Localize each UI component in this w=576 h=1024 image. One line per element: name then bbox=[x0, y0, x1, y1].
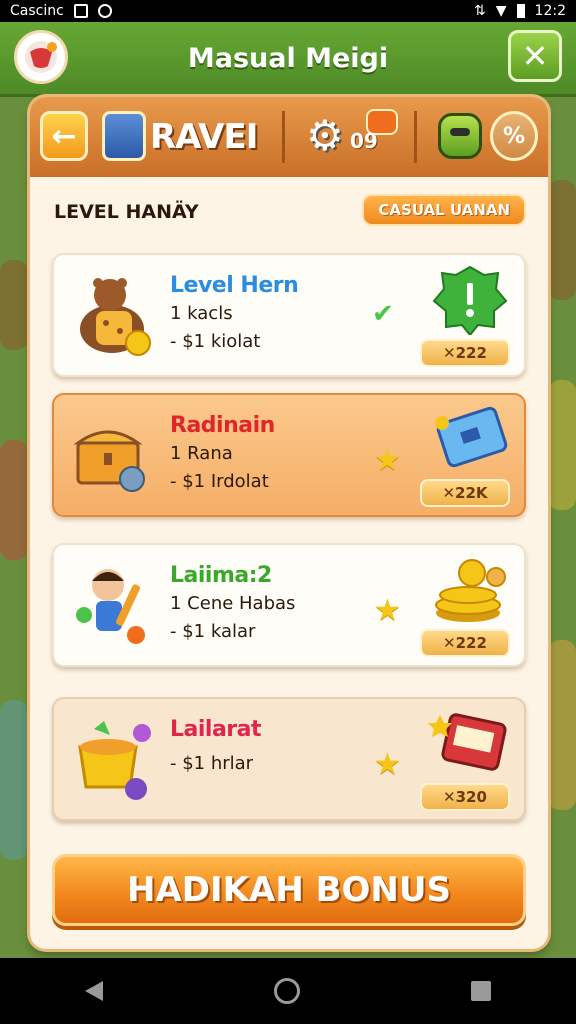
status-bar: Cascinc ⇅ ▼ 12:2 bbox=[0, 0, 576, 22]
gem-basket-icon bbox=[70, 717, 158, 803]
card-title: Lailarat bbox=[170, 717, 262, 742]
notification-icon bbox=[73, 4, 88, 18]
background-tile bbox=[548, 180, 576, 300]
wifi-icon: ▼ bbox=[495, 3, 507, 19]
price-tag[interactable]: ✕222 bbox=[420, 629, 510, 657]
background-tile bbox=[548, 380, 576, 510]
background-tile bbox=[548, 640, 576, 810]
monster-icon[interactable] bbox=[438, 113, 482, 159]
gear-icon[interactable]: ⚙ bbox=[306, 113, 344, 159]
nav-home-icon[interactable] bbox=[273, 978, 300, 1004]
green-gem-icon bbox=[428, 265, 512, 337]
card-title: Radinain bbox=[170, 413, 275, 438]
gold-coins-icon bbox=[428, 555, 512, 625]
ticket-icon bbox=[428, 405, 512, 475]
character-icon bbox=[70, 563, 158, 649]
close-button[interactable]: ✕ bbox=[508, 30, 562, 82]
badge-icon bbox=[102, 111, 146, 161]
bear-cookie-icon bbox=[70, 273, 158, 359]
nav-recents-icon[interactable] bbox=[470, 981, 491, 1001]
offer-card[interactable]: Level Hern 1 kacls - $1 kiolat ✔ ✕222 bbox=[52, 253, 526, 377]
carrier-text: Cascinc bbox=[10, 3, 64, 19]
background-tile bbox=[0, 700, 28, 860]
signal-icon: ⇅ bbox=[474, 3, 486, 19]
bonus-button[interactable]: HADIKAH BONUS bbox=[52, 854, 526, 926]
price-tag[interactable]: ✕22K bbox=[420, 479, 510, 507]
offer-card[interactable]: Radinain 1 Rana - $1 Irdolat ★ ✕22K bbox=[52, 393, 526, 517]
casual-button[interactable]: CASUAL UANAN bbox=[362, 194, 526, 226]
checkmark-icon: ✔ bbox=[372, 299, 394, 329]
price-tag[interactable]: ✕222 bbox=[420, 339, 510, 367]
app-title: Masual Meigi bbox=[187, 42, 389, 74]
section-title: LEVEL HANÄY bbox=[54, 201, 199, 223]
treasure-chest-icon bbox=[70, 413, 158, 499]
offer-card[interactable]: Lailarat - $1 hrlar ★ ✕320 bbox=[52, 697, 526, 821]
toolbar-divider bbox=[414, 111, 417, 163]
card-cost: - $1 hrlar bbox=[170, 753, 254, 774]
card-title: Level Hern bbox=[170, 273, 299, 298]
card-detail: 1 kacls bbox=[170, 303, 233, 324]
tools-button[interactable]: % bbox=[490, 111, 538, 161]
app-bar: Masual Meigi ✕ bbox=[0, 22, 576, 97]
toolbar-divider bbox=[282, 111, 285, 163]
star-icon: ★ bbox=[374, 443, 401, 478]
shop-panel: ← RAVEI ⚙ 09 % LEVEL HANÄY CASUAL UANAN … bbox=[30, 97, 548, 949]
game-controller-icon bbox=[97, 4, 112, 18]
card-cost: - $1 Irdolat bbox=[170, 471, 269, 492]
card-title: Laiima:2 bbox=[170, 563, 272, 588]
app-logo-icon[interactable] bbox=[14, 30, 68, 84]
battery-icon bbox=[516, 4, 525, 18]
card-detail: 1 Rana bbox=[170, 443, 233, 464]
panel-toolbar: ← RAVEI ⚙ 09 % bbox=[30, 97, 548, 177]
background-tile bbox=[0, 260, 28, 350]
card-detail: 1 Cene Habas bbox=[170, 593, 296, 614]
back-button[interactable]: ← bbox=[40, 111, 88, 161]
star-icon: ★ bbox=[374, 747, 401, 782]
system-nav-bar bbox=[0, 958, 576, 1024]
background-tile bbox=[0, 440, 28, 560]
clock: 12:2 bbox=[534, 3, 566, 19]
star-icon: ★ bbox=[374, 593, 401, 628]
card-cost: - $1 kalar bbox=[170, 621, 256, 642]
gear-count: 09 bbox=[350, 129, 378, 153]
offer-card[interactable]: Laiima:2 1 Cene Habas - $1 kalar ★ ✕222 bbox=[52, 543, 526, 667]
nav-back-icon[interactable] bbox=[85, 981, 104, 1001]
price-tag[interactable]: ✕320 bbox=[420, 783, 510, 811]
card-cost: - $1 kiolat bbox=[170, 331, 261, 352]
bonus-card-icon bbox=[428, 709, 512, 779]
toolbar-title: RAVEI bbox=[150, 117, 258, 157]
